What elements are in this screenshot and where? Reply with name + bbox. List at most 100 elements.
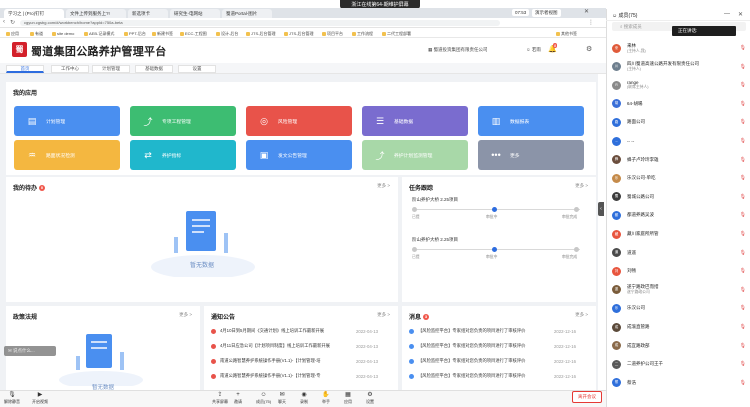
app-tile[interactable]: ⤴ 专项工程管理 bbox=[130, 106, 236, 136]
member-item[interactable]: 都都道养路吴波 🎙 bbox=[612, 209, 750, 221]
member-item[interactable]: 刘刘畅 🎙 bbox=[612, 265, 750, 277]
member-item[interactable]: 道道遥 🎙 bbox=[612, 247, 750, 259]
mic-muted-icon[interactable]: 🎙 bbox=[740, 157, 746, 163]
settings-button[interactable]: ⚙ 设置 bbox=[366, 392, 374, 405]
bookmark-item[interactable]: JTS-后台管理 bbox=[246, 31, 275, 37]
record-button[interactable]: ◉ 录制 bbox=[300, 392, 308, 405]
bookmark-item[interactable]: site demo bbox=[52, 31, 74, 36]
bookmark-item[interactable]: 设计-后台 bbox=[216, 31, 238, 37]
member-item[interactable]: 成成宜路政部 🎙 bbox=[612, 340, 750, 352]
member-item[interactable]: 蜂蜂子卢玲玲李雄 🎙 bbox=[612, 154, 750, 166]
app-tile[interactable]: ◎ 风险管理 bbox=[246, 106, 352, 136]
invite-button[interactable]: + 邀请 bbox=[234, 392, 242, 405]
list-item[interactable]: 南道公路智慧养护系统操作手册(V1.1)-【计划管理-专 2022-04-13 bbox=[211, 371, 378, 381]
settings-gear-icon[interactable]: ⚙ bbox=[586, 45, 592, 53]
bookmark-item[interactable]: 有道 bbox=[30, 31, 43, 37]
mic-muted-icon[interactable]: 🎙 bbox=[740, 194, 746, 200]
mic-muted-icon[interactable]: 🎙 bbox=[740, 82, 746, 88]
url-input[interactable]: cgyun.cgsbg.com/#/workbench/home?appId=7… bbox=[20, 20, 500, 26]
member-item[interactable]: 蔡蔡浩 🎙 bbox=[612, 377, 750, 389]
mic-muted-icon[interactable]: 🎙 bbox=[740, 380, 746, 386]
list-item[interactable]: 4月11日应急公司【计划项目制度】线上培训工作最新开展 2022-04-13 bbox=[211, 341, 378, 351]
tab-home[interactable]: 首页 bbox=[6, 65, 44, 73]
collapse-handle[interactable]: ‹ bbox=[598, 202, 604, 216]
hand-button[interactable]: ✋ 举手 bbox=[322, 392, 330, 405]
member-item[interactable]: 藏 藏川家庭所所管 🎙 bbox=[612, 228, 750, 240]
back-arrow-icon[interactable]: ‹ bbox=[3, 19, 5, 25]
browser-tab[interactable]: 蜀道Portal-图片 bbox=[222, 9, 272, 18]
bookmark-item[interactable]: 应用 bbox=[6, 31, 19, 37]
app-tile[interactable]: ⤴ 养护计划监测管理 bbox=[362, 140, 468, 170]
apps-button[interactable]: ▦ 应用 bbox=[344, 392, 352, 405]
timeline-row[interactable]: 阶山养护大桥 2.25项目 已提 审批中 审批完成 bbox=[412, 237, 580, 267]
user-menu[interactable]: ☺ 若雨 bbox=[526, 47, 541, 53]
member-item[interactable]: -- -- -- 🎙 bbox=[612, 135, 750, 147]
mic-muted-icon[interactable]: 🎙 bbox=[740, 212, 746, 218]
app-tile[interactable]: ⇄ 养护指标 bbox=[130, 140, 236, 170]
list-item[interactable]: 4月10日到5月期间《交通计划》线上培训工作最新开展 2022-04-13 bbox=[211, 326, 378, 336]
members-button[interactable]: ☺ 成员(75) bbox=[256, 392, 271, 405]
member-item[interactable]: 乐乐汉公司-单吃 🎙 bbox=[612, 172, 750, 184]
company-switcher[interactable]: ▦ 蜀道投资集团有限责任公司 bbox=[428, 47, 488, 53]
app-tile[interactable]: ☰ 基础数据 bbox=[362, 106, 468, 136]
member-item[interactable]: Rrange (联席主持人) 🎙 bbox=[612, 79, 750, 91]
mic-muted-icon[interactable]: 🎙 bbox=[740, 64, 746, 70]
menu-icon[interactable]: ⋮ bbox=[588, 19, 594, 26]
bookmark-item[interactable]: JTS-后台管理 bbox=[284, 31, 313, 37]
mic-muted-icon[interactable]: 🎙 bbox=[740, 361, 746, 367]
todo-more-link[interactable]: 更多 > bbox=[377, 183, 390, 189]
list-item[interactable]: 【风险监控平台】专家组对您负责的项目进行了审核评价 2022-12-16 bbox=[409, 341, 576, 351]
member-item[interactable]: 胡 64-胡暘 🎙 bbox=[612, 98, 750, 110]
member-item[interactable]: 蜀蜀城公路公司 🎙 bbox=[612, 191, 750, 203]
member-item[interactable]: 路路面公司 🎙 bbox=[612, 116, 750, 128]
bookmark-item[interactable]: AEB-记录模式 bbox=[84, 31, 114, 37]
bookmark-item[interactable]: 二代工程部署 bbox=[382, 31, 411, 37]
list-item[interactable]: 【风险监控平台】专家组对您负责的项目进行了审核评价 2022-12-16 bbox=[409, 356, 576, 366]
mic-muted-icon[interactable]: 🎙 bbox=[740, 101, 746, 107]
mic-muted-icon[interactable]: 🎙 bbox=[740, 45, 746, 51]
chat-button[interactable]: ✉ 聊天 bbox=[278, 392, 286, 405]
mic-muted-icon[interactable]: 🎙 bbox=[740, 324, 746, 330]
app-tile[interactable]: ▥ 数据报表 bbox=[478, 106, 584, 136]
messages-more-link[interactable]: 更多 > bbox=[575, 312, 588, 318]
leave-meeting-button[interactable]: 离开会议 bbox=[572, 391, 602, 403]
tab-work-center[interactable]: 工作中心 bbox=[51, 65, 89, 73]
member-item[interactable]: 来来林 (主持人,我) 🎙 bbox=[612, 42, 750, 54]
browser-tab[interactable]: 研究生-电网站 bbox=[170, 9, 220, 18]
member-item[interactable]: 二二道养护公司王千 🎙 bbox=[612, 358, 750, 370]
list-item[interactable]: 【风险监控平台】专家组对您负责的项目进行了审核评价 2022-12-16 bbox=[409, 326, 576, 336]
list-item[interactable]: 南道公路智慧养护系统操作手册(V1.1)-【计划管理-培 2022-04-13 bbox=[211, 356, 378, 366]
member-item[interactable]: 遂遂宁路政巴而措 遂宁路政公司 🎙 bbox=[612, 284, 750, 296]
mic-muted-icon[interactable]: 🎙 bbox=[740, 268, 746, 274]
panel-close-icon[interactable]: ✕ bbox=[738, 11, 743, 18]
mic-muted-icon[interactable]: 🎙 bbox=[740, 287, 746, 293]
timeline-row[interactable]: 阶山养护大桥 2.25项目 已提 审批中 审批完成 bbox=[412, 197, 580, 227]
share-screen-button[interactable]: ⇪ 共享屏幕 bbox=[212, 392, 228, 405]
mic-muted-icon[interactable]: 🎙 bbox=[740, 250, 746, 256]
tab-settings[interactable]: 设置 bbox=[178, 65, 216, 73]
camera-off-button[interactable]: ▶ 开启视频 bbox=[32, 392, 48, 405]
app-tile[interactable]: ••• 更多 bbox=[478, 140, 584, 170]
member-item[interactable]: 川四川蜀道高速公路开发有限责任公司 (主持人) 🎙 bbox=[612, 61, 750, 73]
bookmark-item[interactable]: ECC-工程图 bbox=[180, 31, 207, 37]
panel-minimize-icon[interactable]: — bbox=[724, 11, 730, 17]
browser-tab[interactable]: 学习之 | (Pro)钉钉 bbox=[4, 9, 64, 18]
mic-muted-icon[interactable]: 🎙 bbox=[740, 305, 746, 311]
mic-muted-icon[interactable]: 🎙 bbox=[740, 119, 746, 125]
browser-tab[interactable]: 文件上传到服务上?! bbox=[66, 9, 126, 18]
mic-muted-icon[interactable]: 🎙 bbox=[740, 231, 746, 237]
member-item[interactable]: 成 成渝直管路 🎙 bbox=[612, 321, 750, 333]
app-tile[interactable]: ▣ 发文公告管理 bbox=[246, 140, 352, 170]
bookmark-item[interactable]: 工作流程 bbox=[352, 31, 373, 37]
presenter-view-button[interactable]: 演示者视图 bbox=[532, 9, 561, 17]
chat-input[interactable]: ✉ 说点什么... bbox=[4, 346, 56, 356]
reload-icon[interactable]: ↻ bbox=[10, 19, 15, 26]
bookmark-item[interactable]: 其他书签 bbox=[556, 31, 577, 37]
bookmark-item[interactable]: PPT-后台 bbox=[124, 31, 146, 37]
app-tile[interactable]: ♒ 路面状况检测 bbox=[14, 140, 120, 170]
window-close-icon[interactable]: ✕ bbox=[584, 8, 589, 15]
mic-muted-icon[interactable]: 🎙 bbox=[740, 343, 746, 349]
task-tracking-more-link[interactable]: 更多 > bbox=[575, 183, 588, 189]
tab-base-data[interactable]: 基础数据 bbox=[135, 65, 173, 73]
notice-more-link[interactable]: 更多 > bbox=[377, 312, 390, 318]
